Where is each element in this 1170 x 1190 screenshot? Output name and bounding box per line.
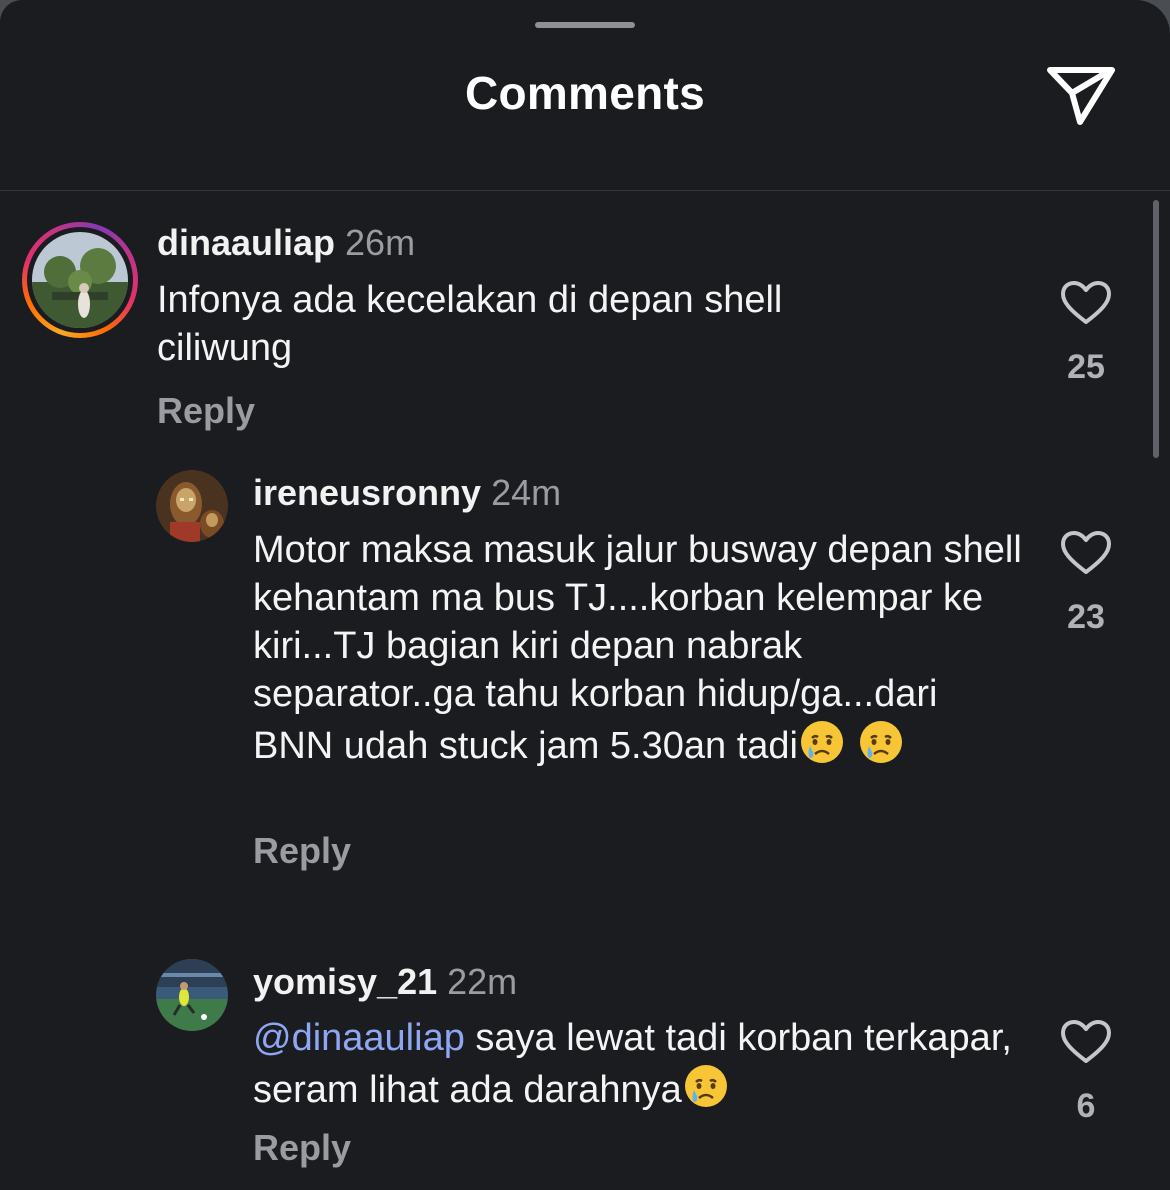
comment-meta: yomisy_21 22m (253, 961, 517, 1003)
comment-text: Infonya ada kecelakan di depan shell cil… (157, 279, 783, 369)
reply-button[interactable]: Reply (253, 1127, 351, 1169)
scrollbar[interactable] (1153, 200, 1159, 458)
comment-username[interactable]: ireneusronny (253, 472, 481, 513)
heart-outline-icon[interactable] (1060, 280, 1112, 326)
avatar[interactable] (156, 470, 228, 542)
crying-face-emoji (800, 721, 843, 763)
comment-username[interactable]: yomisy_21 (253, 961, 437, 1002)
drag-handle[interactable] (535, 22, 635, 28)
crying-face-emoji (859, 721, 902, 763)
comment-username[interactable]: dinaauliap (157, 222, 335, 263)
sheet-title: Comments (464, 67, 706, 119)
heart-outline-icon[interactable] (1060, 530, 1112, 576)
avatar-story-ring[interactable] (22, 222, 138, 338)
reply-button[interactable]: Reply (253, 830, 351, 872)
like-count: 23 (1067, 598, 1105, 636)
paper-plane-icon[interactable] (1044, 62, 1118, 128)
heart-outline-icon[interactable] (1060, 1019, 1112, 1065)
like-count: 25 (1067, 348, 1105, 386)
comment-meta: ireneusronny 24m (253, 472, 561, 514)
comment-time: 22m (447, 961, 518, 1002)
comment-meta: dinaauliap 26m (157, 222, 415, 264)
comment-time: 26m (345, 222, 416, 263)
comment-text-body: Motor maksa masuk jalur busway depan she… (253, 529, 1022, 767)
avatar[interactable] (156, 959, 228, 1031)
reply-button[interactable]: Reply (157, 390, 255, 432)
like-count: 6 (1076, 1087, 1096, 1125)
avatar (32, 232, 128, 328)
mention-link[interactable]: @dinaauliap (253, 1017, 465, 1059)
comment-text: @dinaauliap saya lewat tadi korban terka… (253, 1014, 1023, 1114)
comment-text: Motor maksa masuk jalur busway depan she… (253, 526, 1023, 770)
comment-time: 24m (491, 472, 562, 513)
comments-sheet: Comments dinaauliap 26m Infonya ada kecel… (0, 0, 1170, 1190)
crying-face-emoji (684, 1065, 727, 1107)
header-divider (0, 190, 1170, 191)
